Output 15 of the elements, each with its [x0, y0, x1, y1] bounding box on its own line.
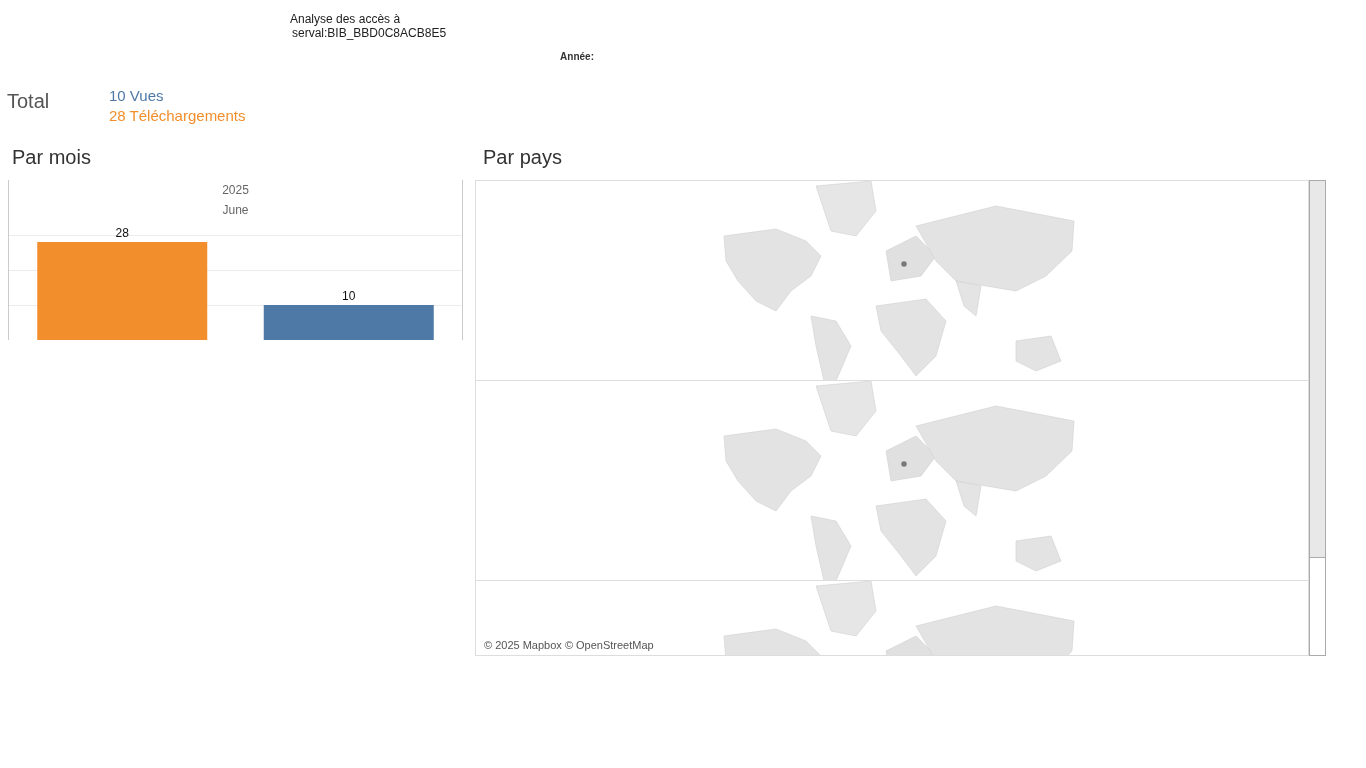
section-heading: Par mois — [11, 146, 91, 169]
dashboard-title: Analyse des accès à — [290, 12, 401, 26]
filter-label: Année: — [560, 51, 594, 63]
scrollbar-thumb[interactable] — [1310, 181, 1325, 558]
month-header: June — [222, 202, 249, 219]
total-label: Total — [7, 90, 51, 114]
dashboard-subtitle: serval:BIB_BBD0C8ACB8E5 — [291, 26, 447, 40]
total-count: 28 Téléchargements — [109, 106, 246, 126]
scrollbar[interactable] — [1309, 180, 1326, 656]
value-label: 28 — [115, 226, 129, 240]
year-header: 2025 — [222, 182, 249, 199]
value-label: 10 — [342, 289, 356, 303]
map-attribution: © 2025 Mapbox © OpenStreetMap — [482, 638, 656, 652]
section-heading: Par pays — [482, 146, 562, 169]
total-count: 10 Vues — [109, 86, 164, 106]
